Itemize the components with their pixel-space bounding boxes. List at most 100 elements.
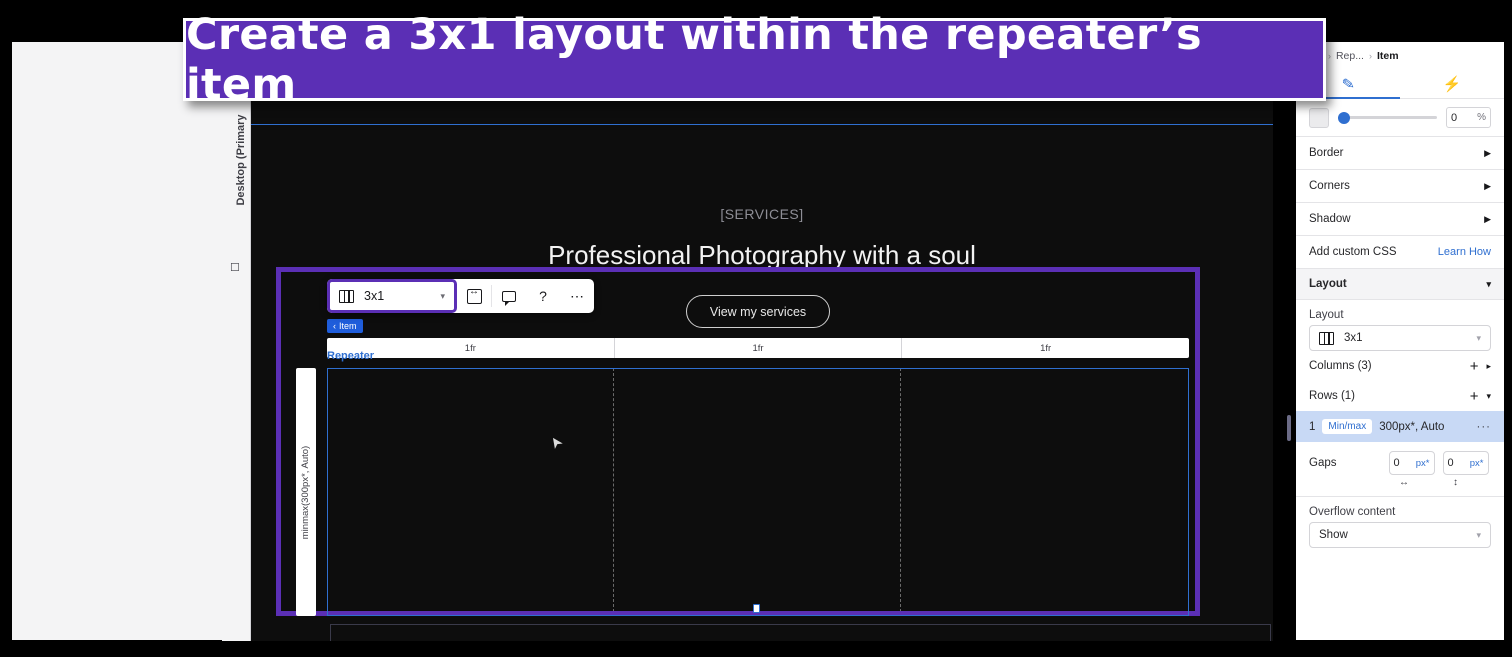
layout-field-label: Layout bbox=[1309, 309, 1344, 321]
layout-preset-select[interactable]: 3x1 ▾ bbox=[1309, 325, 1491, 351]
horizontal-arrow-icon: ↔ bbox=[1399, 477, 1409, 488]
opacity-slider-knob[interactable] bbox=[1338, 111, 1350, 124]
item-tag-label: Item bbox=[339, 321, 357, 331]
gap-horizontal-value: 0 bbox=[1393, 457, 1400, 469]
item-label-tag[interactable]: ‹ Item bbox=[327, 319, 363, 333]
border-row[interactable]: Border ▶ bbox=[1296, 137, 1504, 170]
more-options-button[interactable]: ⋯ bbox=[560, 279, 594, 313]
inspector-drag-handle[interactable] bbox=[1287, 415, 1291, 441]
resize-icon bbox=[466, 286, 482, 304]
layout-section-title: Layout bbox=[1309, 278, 1347, 290]
breadcrumb-item-repeater[interactable]: Rep... bbox=[1336, 50, 1364, 62]
color-swatch[interactable] bbox=[1309, 107, 1329, 128]
item-tag-back-arrow: ‹ bbox=[333, 321, 336, 331]
app-root: Desktop (Primary ☐ [SERVICES] Profession… bbox=[0, 0, 1512, 657]
shadow-label: Shadow bbox=[1309, 213, 1351, 225]
columns-row[interactable]: Columns (3) + ▸ bbox=[1296, 351, 1504, 381]
paintbrush-icon: ✎ bbox=[1340, 74, 1356, 94]
opacity-control-row[interactable]: 0 % bbox=[1296, 99, 1504, 137]
gaps-row[interactable]: Gaps 0 px* 0 px* bbox=[1296, 442, 1504, 475]
opacity-value: 0 bbox=[1451, 111, 1458, 124]
breadcrumb-separator-icon: › bbox=[1327, 50, 1331, 61]
chevron-right-icon: ▶ bbox=[1484, 213, 1491, 224]
chevron-right-icon: ▶ bbox=[1484, 147, 1491, 158]
gap-vertical-unit: px* bbox=[1469, 457, 1484, 469]
row-entry-index: 1 bbox=[1309, 420, 1316, 433]
vertical-arrow-icon: ↕ bbox=[1453, 477, 1458, 488]
gap-vertical-value: 0 bbox=[1447, 457, 1454, 469]
canvas-top-guideline bbox=[251, 124, 1273, 125]
gap-vertical-input[interactable]: 0 px* bbox=[1442, 451, 1489, 475]
column-track-cell[interactable]: 1fr bbox=[902, 338, 1189, 358]
column-track-bar[interactable]: 1fr 1fr 1fr bbox=[327, 338, 1189, 358]
repeater-label-tag[interactable]: Repeater bbox=[327, 350, 374, 362]
chevron-down-icon: ▾ bbox=[1476, 529, 1481, 540]
left-empty-panel bbox=[11, 41, 251, 641]
row-track-label: minmax(300px*, Auto) bbox=[300, 445, 312, 539]
row-entry-menu-icon[interactable]: ··· bbox=[1477, 421, 1492, 433]
columns-label: Columns (3) bbox=[1309, 360, 1372, 372]
gaps-label: Gaps bbox=[1309, 457, 1337, 469]
corners-label: Corners bbox=[1309, 180, 1350, 192]
grid-selection-box bbox=[327, 368, 1189, 616]
overflow-content-select[interactable]: Show ▾ bbox=[1309, 522, 1491, 548]
chevron-down-icon: ▾ bbox=[1476, 332, 1481, 343]
floating-element-toolbar[interactable]: 3x1 ▾ ? ⋯ bbox=[327, 279, 594, 313]
next-section-outline-top bbox=[330, 624, 1271, 625]
minmax-chip[interactable]: Min/max bbox=[1322, 419, 1373, 434]
rows-expand-icon[interactable]: ▾ bbox=[1486, 391, 1491, 402]
overflow-field-label: Overflow content bbox=[1309, 506, 1396, 518]
chevron-down-icon: ▾ bbox=[1486, 278, 1491, 289]
row-track-bar[interactable]: minmax(300px*, Auto) bbox=[296, 368, 316, 616]
breadcrumb[interactable]: tion › Rep... › Item bbox=[1296, 42, 1504, 69]
gap-horizontal-unit: px* bbox=[1415, 457, 1430, 469]
grid-columns-icon bbox=[339, 289, 354, 303]
next-section-outline-left bbox=[330, 624, 331, 641]
comment-icon bbox=[502, 290, 516, 306]
shadow-row[interactable]: Shadow ▶ bbox=[1296, 203, 1504, 236]
monitor-icon: ☐ bbox=[230, 262, 240, 274]
inspector-panel[interactable]: tion › Rep... › Item ✎ ⚡ 0 % Bord bbox=[1295, 41, 1505, 641]
breadcrumb-separator-icon: › bbox=[1368, 50, 1372, 61]
lightning-bolt-icon: ⚡ bbox=[1442, 75, 1462, 93]
chevron-right-icon: ▶ bbox=[1484, 180, 1491, 191]
help-button[interactable]: ? bbox=[526, 279, 560, 313]
custom-css-row[interactable]: Add custom CSS Learn How bbox=[1296, 236, 1504, 269]
device-rail-label: Desktop (Primary bbox=[235, 114, 247, 206]
opacity-unit: % bbox=[1477, 112, 1486, 123]
comment-button[interactable] bbox=[492, 279, 526, 313]
border-label: Border bbox=[1309, 147, 1344, 159]
columns-expand-icon[interactable]: ▸ bbox=[1486, 361, 1491, 372]
add-column-button[interactable]: + bbox=[1470, 358, 1479, 375]
custom-css-label: Add custom CSS bbox=[1309, 246, 1397, 258]
services-heading: Professional Photography with a soul bbox=[548, 240, 976, 270]
rows-label: Rows (1) bbox=[1309, 390, 1356, 402]
opacity-input[interactable]: 0 % bbox=[1446, 107, 1491, 128]
row-entry-value: 300px*, Auto bbox=[1379, 420, 1445, 433]
column-track-cell[interactable]: 1fr bbox=[615, 338, 903, 358]
learn-how-link[interactable]: Learn How bbox=[1438, 246, 1491, 258]
instruction-banner-text: Create a 3x1 layout within the repeater’… bbox=[186, 9, 1202, 110]
inspector-tabs[interactable]: ✎ ⚡ bbox=[1296, 69, 1504, 99]
layout-preset-value: 3x1 bbox=[364, 289, 385, 303]
gap-axis-icons: ↔ ↕ bbox=[1296, 475, 1504, 497]
rows-row[interactable]: Rows (1) + ▾ bbox=[1296, 381, 1504, 411]
row-entry-1[interactable]: 1 Min/max 300px*, Auto ··· bbox=[1296, 411, 1504, 442]
opacity-slider[interactable] bbox=[1338, 111, 1437, 124]
device-rail[interactable]: Desktop (Primary ☐ bbox=[222, 98, 251, 641]
instruction-banner: Create a 3x1 layout within the repeater’… bbox=[183, 10, 1326, 110]
add-row-button[interactable]: + bbox=[1470, 388, 1479, 405]
resize-button[interactable] bbox=[457, 279, 491, 313]
layout-section-header[interactable]: Layout ▾ bbox=[1296, 269, 1504, 300]
grid-resize-handle[interactable] bbox=[753, 604, 760, 613]
corners-row[interactable]: Corners ▶ bbox=[1296, 170, 1504, 203]
view-my-services-button[interactable]: View my services bbox=[686, 295, 830, 328]
breadcrumb-item-current: Item bbox=[1376, 49, 1399, 62]
overflow-selected-value: Show bbox=[1319, 529, 1348, 541]
chevron-down-icon: ▾ bbox=[440, 290, 445, 301]
layout-preset-dropdown[interactable]: 3x1 ▾ bbox=[327, 279, 457, 313]
layout-preset-selected-value: 3x1 bbox=[1344, 332, 1363, 344]
next-section-outline-right bbox=[1270, 624, 1271, 641]
gap-horizontal-input[interactable]: 0 px* bbox=[1388, 451, 1435, 475]
tab-interactions[interactable]: ⚡ bbox=[1400, 69, 1504, 98]
